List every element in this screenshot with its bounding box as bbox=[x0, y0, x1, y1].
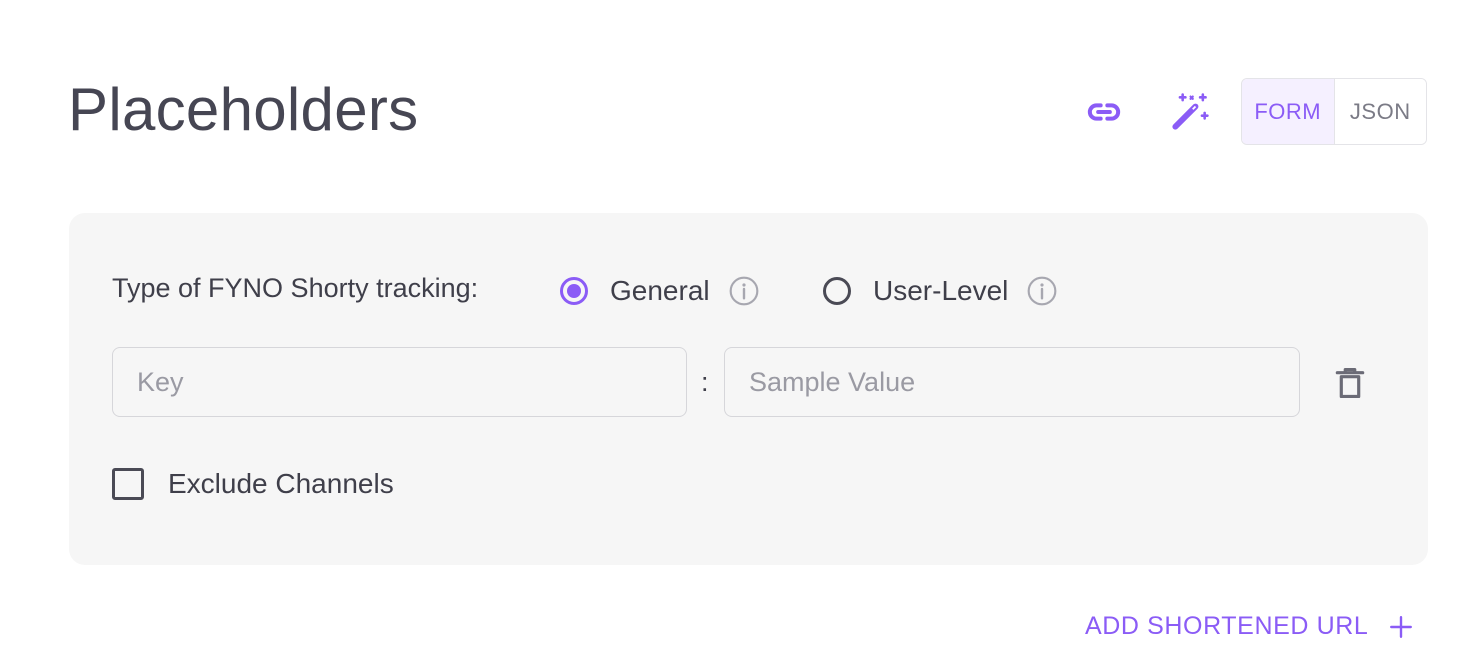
info-icon[interactable] bbox=[728, 275, 760, 307]
delete-button[interactable] bbox=[1331, 363, 1369, 408]
magic-wand-icon bbox=[1172, 93, 1209, 130]
json-toggle-button[interactable]: JSON bbox=[1334, 79, 1426, 144]
key-value-separator: : bbox=[701, 367, 709, 397]
tracking-type-label: Type of FYNO Shorty tracking: bbox=[112, 273, 479, 303]
exclude-channels-row[interactable]: Exclude Channels bbox=[112, 468, 394, 500]
sample-value-input[interactable] bbox=[724, 347, 1300, 417]
link-icon bbox=[1087, 103, 1121, 121]
add-shortened-url-button[interactable]: ADD SHORTENED URL bbox=[1085, 612, 1414, 641]
exclude-channels-label: Exclude Channels bbox=[168, 468, 394, 499]
general-radio[interactable] bbox=[560, 277, 588, 305]
general-radio-label: General bbox=[610, 275, 710, 306]
add-shortened-url-label: ADD SHORTENED URL bbox=[1085, 612, 1369, 640]
form-toggle-button[interactable]: FORM bbox=[1242, 79, 1335, 144]
trash-icon bbox=[1335, 367, 1365, 399]
user-level-radio-label: User-Level bbox=[873, 275, 1009, 306]
radio-option-general[interactable]: General bbox=[560, 275, 760, 307]
user-level-radio[interactable] bbox=[823, 277, 851, 305]
key-input[interactable] bbox=[112, 347, 687, 417]
link-button[interactable] bbox=[1080, 88, 1128, 136]
radio-option-user-level[interactable]: User-Level bbox=[823, 275, 1058, 307]
exclude-channels-checkbox[interactable] bbox=[112, 468, 144, 500]
plus-icon bbox=[1388, 614, 1414, 640]
placeholder-card: Type of FYNO Shorty tracking: General Us… bbox=[69, 213, 1428, 565]
magic-wand-button[interactable] bbox=[1166, 88, 1214, 136]
info-icon[interactable] bbox=[1026, 275, 1058, 307]
page-title: Placeholders bbox=[68, 76, 419, 143]
view-toggle: FORM JSON bbox=[1241, 78, 1427, 145]
